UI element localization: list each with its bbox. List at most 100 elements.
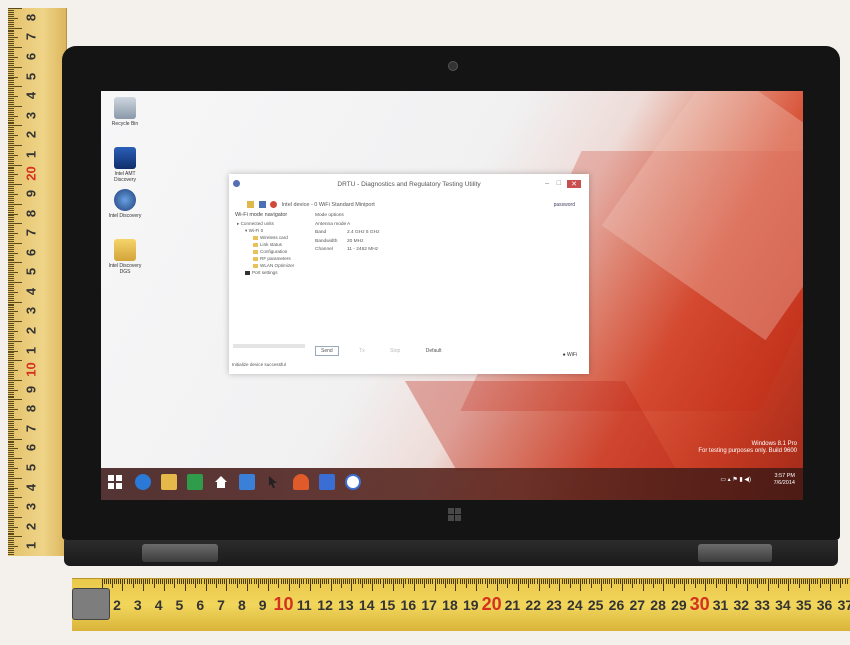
stop-button[interactable]: Stop bbox=[385, 347, 405, 355]
ruler-tick bbox=[8, 254, 14, 256]
clock-date[interactable]: 7/6/2014 bbox=[774, 480, 795, 487]
tree-item[interactable]: Link status bbox=[237, 241, 294, 248]
tape-tick bbox=[590, 579, 592, 588]
tape-tick bbox=[578, 579, 580, 584]
tray-icons[interactable]: ▭ ▴ ⚑ ▮ ◀) bbox=[720, 477, 751, 484]
password-link[interactable]: password bbox=[554, 202, 575, 208]
drtu-taskbar-icon[interactable] bbox=[345, 474, 361, 490]
tape-tick bbox=[513, 579, 515, 584]
file-explorer-icon[interactable] bbox=[161, 474, 177, 490]
ruler-number: 1 bbox=[23, 150, 39, 158]
tape-tick bbox=[509, 579, 511, 584]
tree-scrollbar[interactable] bbox=[233, 344, 305, 348]
tree-item[interactable]: ▾ Wi-Fi 0 bbox=[237, 227, 294, 234]
tree-item[interactable]: RF parameters bbox=[237, 255, 294, 262]
tape-tick bbox=[230, 579, 232, 584]
tape-tick bbox=[103, 579, 105, 584]
ruler-tick bbox=[8, 180, 14, 182]
stop-icon[interactable] bbox=[270, 201, 278, 208]
tape-tick bbox=[467, 579, 469, 584]
tree-item[interactable]: ▸ Connected units bbox=[237, 220, 294, 227]
ruler-tick bbox=[8, 270, 14, 272]
app-icon-window[interactable] bbox=[319, 474, 335, 490]
ruler-tick bbox=[8, 240, 14, 242]
ruler-tick bbox=[8, 90, 14, 92]
tape-tick bbox=[438, 579, 440, 584]
ruler-tick bbox=[8, 467, 18, 469]
tape-tick bbox=[263, 579, 265, 584]
left-pane-header: Wi-Fi mode navigator bbox=[235, 212, 288, 218]
desktop-icon-amt[interactable]: Intel AMT Discovery bbox=[103, 147, 147, 183]
ruler-tick bbox=[8, 285, 14, 287]
ruler-tick bbox=[8, 512, 14, 514]
ruler-tick bbox=[8, 268, 14, 270]
cloud-icon[interactable] bbox=[293, 474, 309, 490]
tape-tick bbox=[236, 579, 238, 588]
ruler-number: 20 bbox=[23, 166, 39, 182]
tape-tick bbox=[501, 579, 503, 584]
clock-time[interactable]: 3:57 PM bbox=[774, 473, 795, 480]
ruler-tick bbox=[8, 58, 14, 60]
tape-tick bbox=[569, 579, 571, 588]
desktop-icon-discovery[interactable]: Intel Discovery bbox=[103, 189, 147, 219]
close-icon[interactable]: ✕ bbox=[567, 180, 581, 188]
tree-item[interactable]: Configuration bbox=[237, 248, 294, 255]
prop-row[interactable]: Channel 11 - 2462 MHz bbox=[315, 246, 380, 255]
ruler-number: 4 bbox=[23, 287, 39, 295]
desktop-icon-recycle-bin[interactable]: Recycle Bin bbox=[103, 97, 147, 127]
ruler-tick bbox=[8, 287, 14, 289]
cursor-icon[interactable] bbox=[265, 474, 281, 490]
ruler-tick bbox=[8, 393, 14, 395]
ruler-tick bbox=[8, 544, 14, 546]
ruler-tick bbox=[8, 391, 14, 393]
tape-tick bbox=[141, 579, 143, 584]
tape-tick bbox=[588, 579, 590, 584]
ruler-tick bbox=[8, 534, 14, 536]
store-icon[interactable] bbox=[187, 474, 203, 490]
tx-button[interactable]: Tx bbox=[354, 347, 370, 355]
ruler-tick bbox=[8, 301, 22, 303]
tape-tick bbox=[243, 579, 245, 584]
open-folder-icon[interactable] bbox=[247, 201, 254, 208]
ruler-tick bbox=[8, 145, 22, 146]
prop-row[interactable]: Bandwidth 20 MHz bbox=[315, 238, 380, 247]
ruler-tick bbox=[8, 274, 14, 276]
ruler-tick bbox=[8, 15, 14, 17]
tape-tick bbox=[201, 579, 203, 584]
ruler-tick bbox=[8, 31, 14, 33]
tape-tick bbox=[813, 579, 815, 584]
ruler-tick bbox=[8, 21, 14, 23]
ruler-tick bbox=[8, 51, 14, 53]
tape-tick bbox=[584, 579, 586, 584]
start-button-icon[interactable] bbox=[107, 474, 123, 490]
ruler-tick bbox=[8, 215, 14, 217]
tape-tick bbox=[815, 579, 817, 584]
tape-tick bbox=[834, 579, 836, 584]
save-icon[interactable] bbox=[258, 201, 266, 208]
tape-tick bbox=[640, 579, 642, 584]
tree-item[interactable]: WLAN Optimizer bbox=[237, 262, 294, 269]
prop-row[interactable]: Band 2.4 GHz 5 GHz bbox=[315, 229, 380, 238]
ruler-tick bbox=[8, 41, 14, 43]
home-icon[interactable] bbox=[213, 474, 229, 490]
prop-row[interactable]: Antenna modeA bbox=[315, 221, 380, 230]
tree-item[interactable]: Port settings bbox=[237, 269, 294, 276]
desktop-icon-label: Recycle Bin bbox=[111, 121, 139, 127]
minimize-icon[interactable]: – bbox=[545, 180, 549, 187]
default-button[interactable]: Default bbox=[421, 347, 447, 355]
tape-tick bbox=[532, 579, 534, 584]
ruler-tick bbox=[8, 389, 18, 391]
tree-item[interactable]: Wireless card bbox=[237, 234, 294, 241]
app-icon-blue[interactable] bbox=[239, 474, 255, 490]
tape-tick bbox=[740, 579, 742, 584]
internet-explorer-icon[interactable] bbox=[135, 474, 151, 490]
tape-tick bbox=[303, 579, 305, 584]
maximize-icon[interactable]: □ bbox=[557, 180, 561, 187]
tape-tick bbox=[359, 579, 361, 584]
tape-measure-hook bbox=[72, 588, 110, 620]
tape-tick bbox=[561, 579, 563, 584]
ruler-tick bbox=[8, 299, 14, 301]
desktop-icon-folder[interactable]: Intel Discovery DGS bbox=[103, 239, 147, 275]
tape-tick bbox=[184, 579, 186, 591]
send-button[interactable]: Send bbox=[315, 346, 339, 356]
